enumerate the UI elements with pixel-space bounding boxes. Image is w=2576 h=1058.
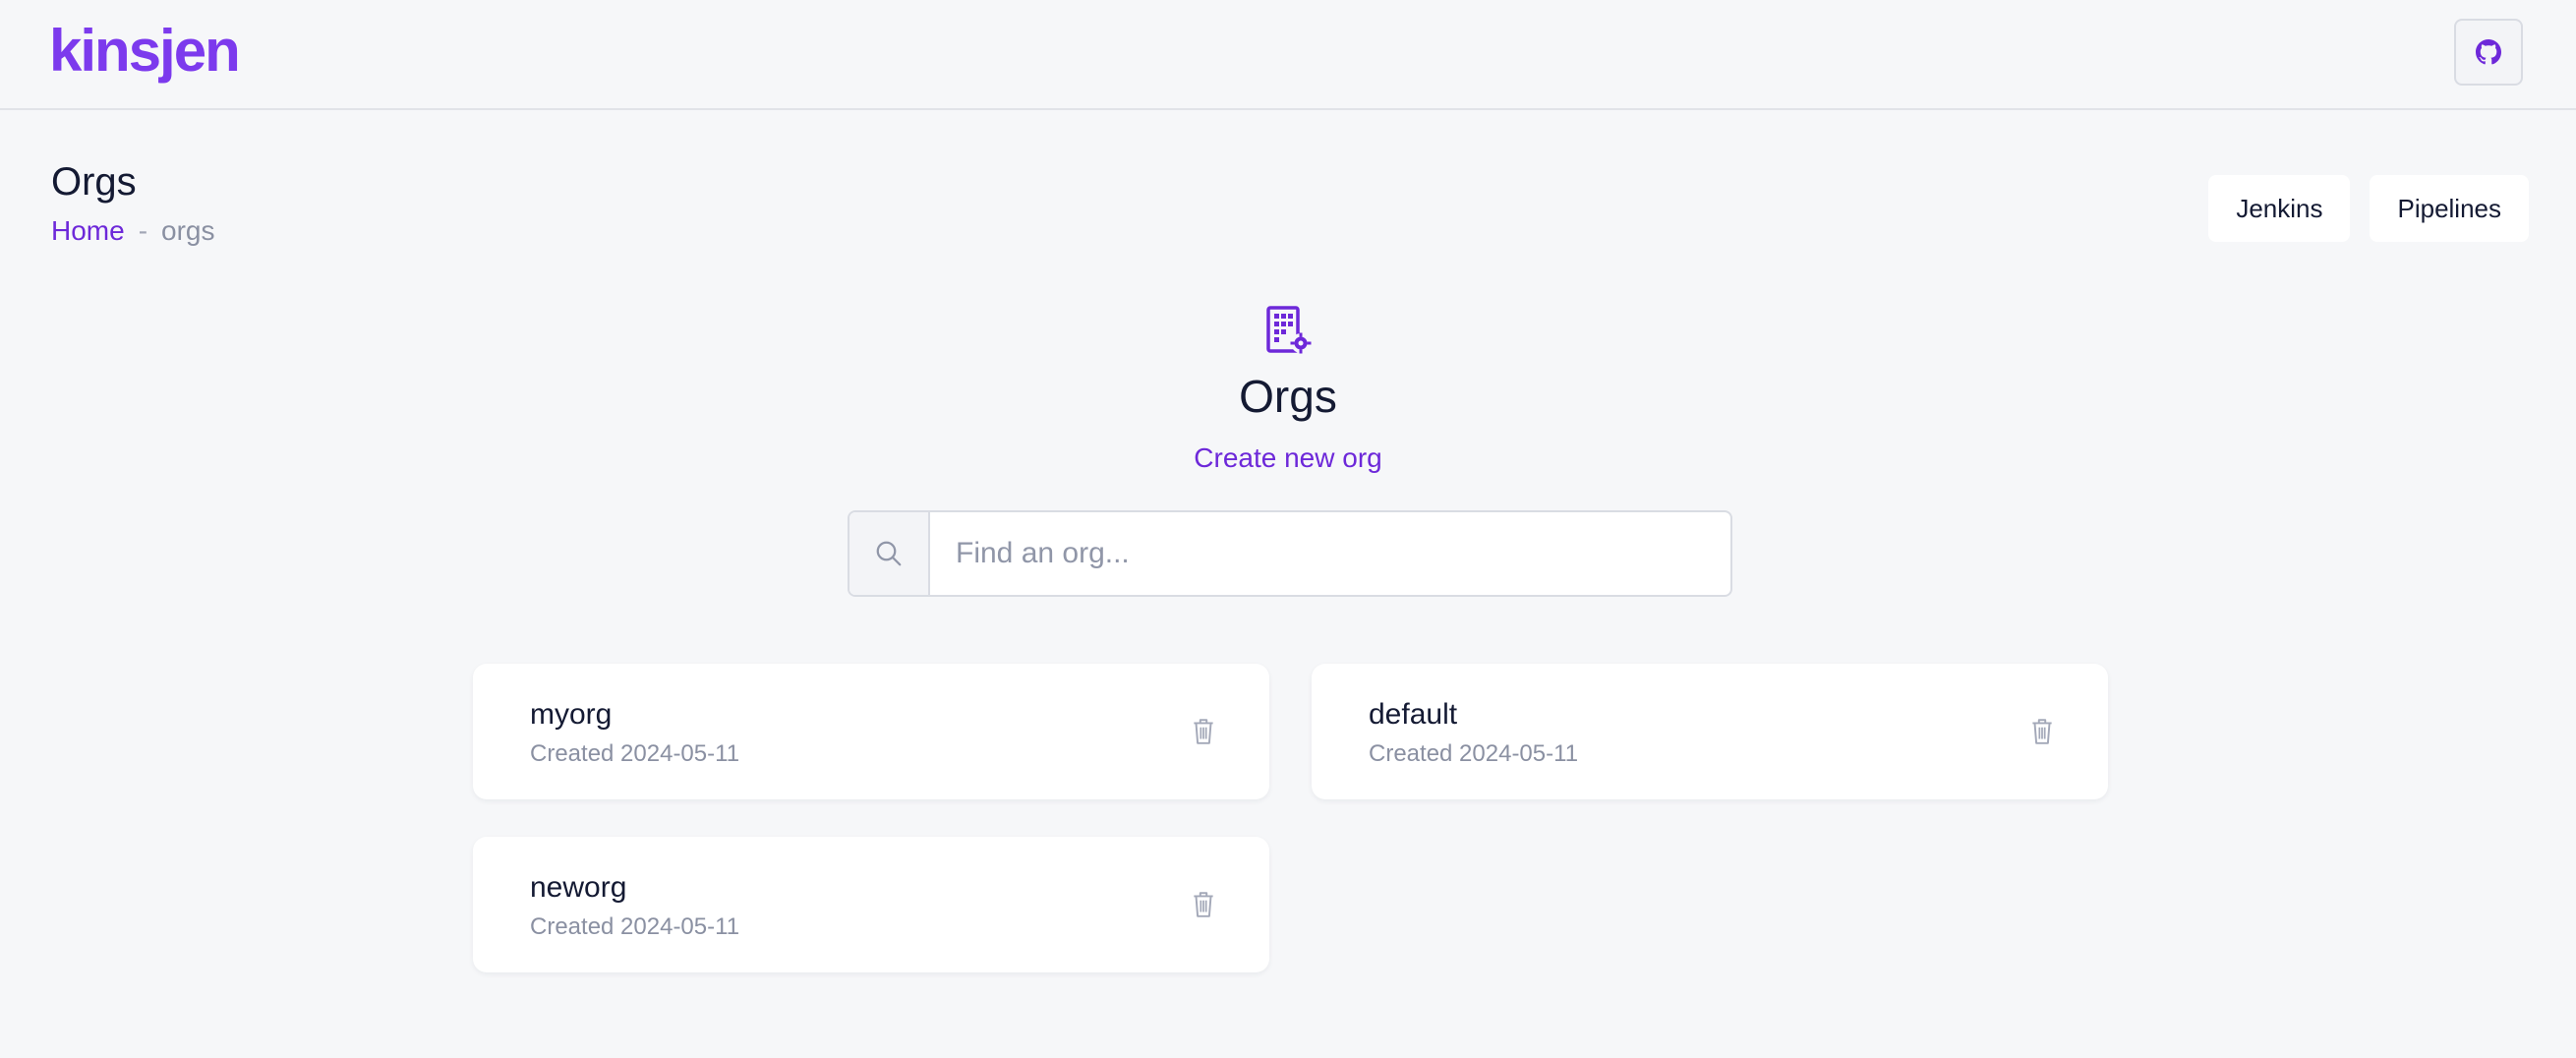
org-search — [848, 510, 1732, 597]
page-title: Orgs — [51, 160, 137, 204]
create-new-org-link[interactable]: Create new org — [0, 441, 2576, 475]
org-created-date: Created 2024-05-11 — [1369, 740, 1579, 767]
org-card-default[interactable]: default Created 2024-05-11 — [1312, 664, 2108, 799]
search-addon — [849, 512, 930, 595]
delete-org-button[interactable] — [1189, 715, 1218, 748]
org-card-neworg[interactable]: neworg Created 2024-05-11 — [473, 837, 1269, 972]
orgs-title: Orgs — [1239, 371, 1337, 422]
breadcrumb-separator: - — [138, 215, 148, 246]
top-actions: Jenkins Pipelines — [2208, 175, 2529, 242]
github-button[interactable] — [2454, 19, 2523, 86]
pipelines-button[interactable]: Pipelines — [2370, 175, 2529, 242]
org-name: default — [1369, 698, 1458, 731]
breadcrumb-home-link[interactable]: Home — [51, 214, 125, 248]
app-logo[interactable]: kinsjen — [49, 16, 241, 87]
github-icon — [2476, 39, 2501, 65]
search-input[interactable] — [930, 512, 1730, 595]
breadcrumb-current: orgs — [161, 215, 215, 246]
jenkins-button[interactable]: Jenkins — [2208, 175, 2351, 242]
page-header: Orgs Home - orgs — [51, 157, 215, 248]
building-gear-icon — [1266, 306, 1312, 354]
delete-org-button[interactable] — [2027, 715, 2057, 748]
top-bar: kinsjen — [0, 0, 2576, 110]
trash-icon — [1194, 719, 1213, 744]
trash-icon — [2032, 719, 2052, 744]
org-name: neworg — [530, 871, 627, 904]
org-created-date: Created 2024-05-11 — [530, 913, 740, 940]
trash-icon — [1194, 892, 1213, 917]
org-created-date: Created 2024-05-11 — [530, 740, 740, 767]
org-card-myorg[interactable]: myorg Created 2024-05-11 — [473, 664, 1269, 799]
orgs-heading: Orgs Create new org — [0, 305, 2576, 475]
breadcrumb: Home - orgs — [51, 214, 215, 248]
org-name: myorg — [530, 698, 613, 731]
delete-org-button[interactable] — [1189, 888, 1218, 921]
search-icon — [876, 541, 902, 566]
